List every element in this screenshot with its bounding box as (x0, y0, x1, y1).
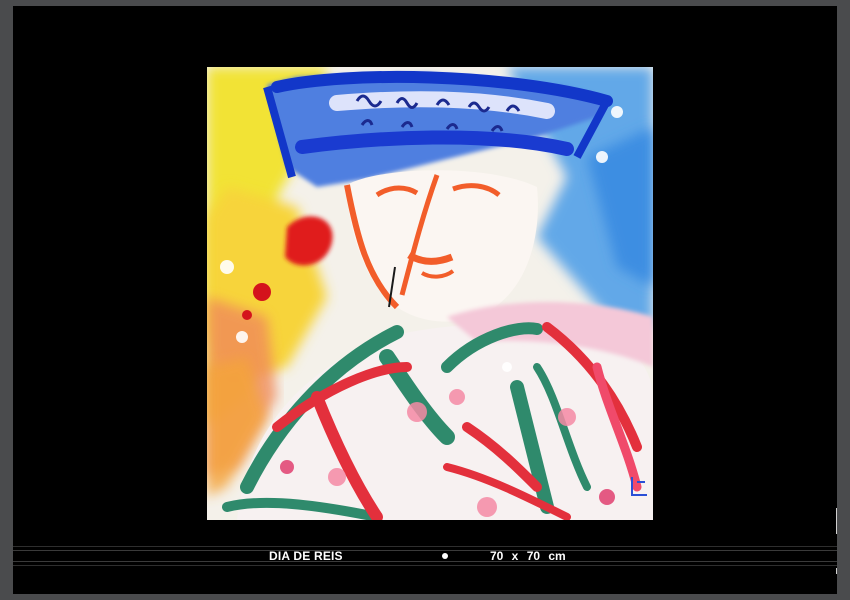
artwork-dimensions: 70 x 70 cm (490, 549, 566, 563)
frame-edge-mark (836, 508, 837, 534)
artwork-title: DIA DE REIS (269, 549, 343, 563)
separator-dot-icon (442, 553, 448, 559)
caption-divider-line (13, 561, 837, 562)
caption-bar: DIA DE REIS 70 x 70 cm (13, 546, 837, 568)
artwork-image[interactable] (207, 67, 653, 520)
frame-edge-mark (836, 568, 837, 574)
caption-divider-line (13, 565, 837, 566)
caption-divider-line (13, 546, 837, 547)
caption-divider-line (13, 550, 837, 551)
